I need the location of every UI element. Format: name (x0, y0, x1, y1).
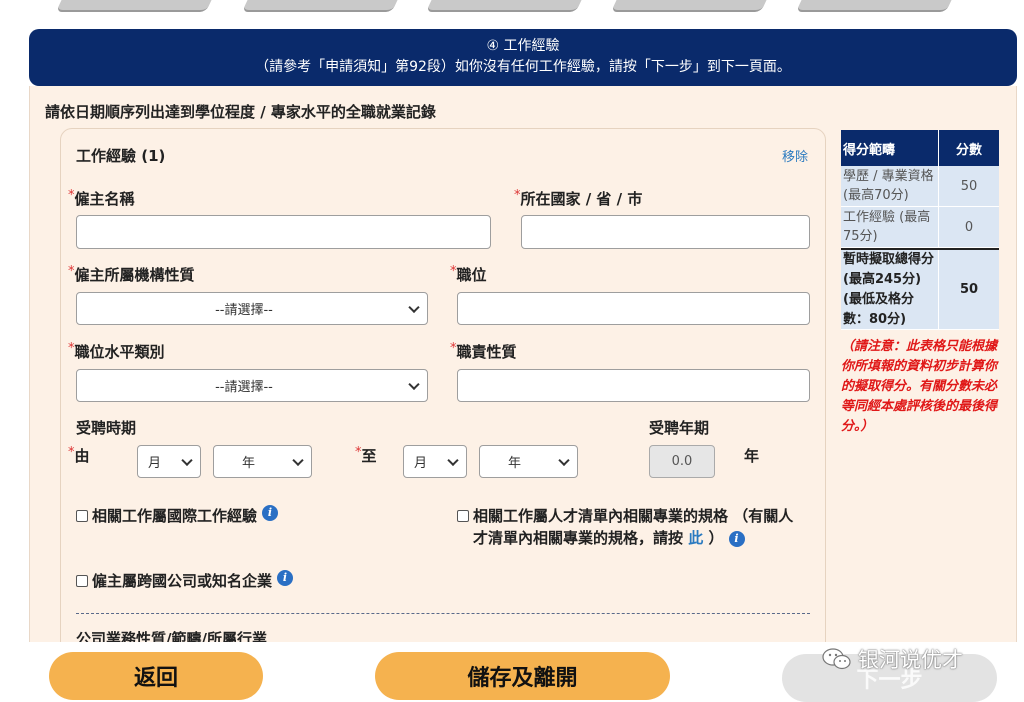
save-exit-button[interactable]: 儲存及離開 (375, 652, 670, 700)
remove-link[interactable]: 移除 (782, 146, 808, 165)
back-button[interactable]: 返回 (49, 652, 263, 700)
chevron-down-icon (447, 454, 459, 466)
talent-list-link[interactable]: 此 (688, 529, 703, 547)
location-input[interactable] (521, 215, 810, 249)
section-instructions: （請參考「申請須知」第92段）如你沒有任何工作經驗，請按「下一步」到下一頁面。 (255, 59, 791, 75)
to-month-value: 月 (414, 456, 428, 471)
score-row-value: 0 (939, 207, 999, 248)
years-value: 0.0 (649, 445, 715, 478)
section-divider (76, 613, 810, 614)
org-nature-value: --請選擇-- (215, 303, 273, 318)
employer-name-label: *僱主名稱 (68, 188, 135, 208)
chevron-down-icon (292, 454, 304, 466)
years-label: 受聘年期 (649, 419, 710, 437)
from-month-value: 月 (148, 456, 162, 471)
years-unit: 年 (744, 447, 760, 465)
duty-nature-label: *職責性質 (450, 341, 517, 361)
international-checkbox-label: 相關工作屬國際工作經驗 (92, 507, 258, 525)
position-level-label: *職位水平類別 (68, 341, 165, 361)
score-header-score: 分數 (939, 130, 999, 166)
position-input[interactable] (457, 292, 810, 325)
multinational-checkbox-row[interactable]: 僱主屬跨國公司或知名企業 i (76, 570, 294, 592)
chevron-down-icon (558, 454, 570, 466)
score-header-row: 得分範疇 分數 (841, 130, 999, 166)
to-year-select[interactable]: 年 (479, 445, 578, 478)
step-tabs (0, 0, 1024, 14)
step-tab[interactable] (241, 0, 405, 12)
score-row: 工作經驗 (最高75分) 0 (841, 207, 999, 248)
step-tab[interactable] (795, 0, 959, 12)
chevron-down-icon (408, 378, 420, 390)
position-level-select[interactable]: --請選擇-- (76, 369, 428, 402)
from-month-select[interactable]: 月 (137, 445, 201, 478)
international-checkbox-row[interactable]: 相關工作屬國際工作經驗 i (76, 505, 279, 527)
chevron-down-icon (181, 454, 193, 466)
section-banner: ④ 工作經驗 （請參考「申請須知」第92段）如你沒有任何工作經驗，請按「下一步」… (29, 29, 1017, 86)
multinational-checkbox[interactable] (76, 575, 88, 587)
org-nature-label: *僱主所屬機構性質 (68, 264, 195, 284)
to-year-value: 年 (508, 456, 522, 471)
watermark: 银河说优才 (822, 644, 963, 674)
score-row-label: 工作經驗 (最高75分) (841, 207, 939, 248)
info-icon[interactable]: i (728, 530, 745, 547)
score-total-label: 暫時擬取總得分 (最高245分) (最低及格分數：80分) (841, 250, 939, 330)
step-tab[interactable] (55, 0, 219, 12)
talent-list-checkbox-row[interactable]: 相關工作屬人才清單內相關專業的規格 （有關人才清單內相關專業的規格，請按 此 ）… (457, 505, 807, 549)
location-label: *所在國家 / 省 / 巿 (514, 188, 643, 208)
to-label: *至 (355, 445, 377, 465)
work-experience-card (60, 128, 826, 688)
score-total-value: 50 (939, 250, 999, 330)
score-row-value: 50 (939, 166, 999, 207)
panel-title: 請依日期順序列出達到學位程度 / 專家水平的全職就業記錄 (45, 103, 436, 121)
score-note: （請注意：此表格只能根據你所填報的資料初步計算你的擬取得分。有關分數未必等同經本… (841, 339, 998, 434)
chevron-down-icon (408, 301, 420, 313)
to-month-select[interactable]: 月 (403, 445, 467, 478)
org-nature-select[interactable]: --請選擇-- (76, 292, 428, 325)
wechat-icon (822, 648, 851, 670)
card-title: 工作經驗 (1) (76, 147, 166, 165)
score-row-label: 學歷 / 專業資格 (最高70分) (841, 166, 939, 207)
info-icon[interactable]: i (262, 505, 279, 521)
score-header-range: 得分範疇 (841, 130, 939, 166)
business-nature-label: 公司業務性質/範疇/所屬行業 (76, 630, 267, 642)
from-year-value: 年 (242, 456, 256, 471)
international-checkbox[interactable] (76, 510, 88, 522)
score-row: 學歷 / 專業資格 (最高70分) 50 (841, 166, 999, 207)
step-tab[interactable] (425, 0, 589, 12)
section-title: ④ 工作經驗 (486, 38, 560, 54)
talent-list-checkbox-label: 相關工作屬人才清單內相關專業的規格 （有關人才清單內相關專業的規格，請按 此 ）… (473, 507, 794, 547)
from-label: *由 (68, 445, 90, 465)
multinational-checkbox-label: 僱主屬跨國公司或知名企業 (92, 572, 273, 590)
score-total-row: 暫時擬取總得分 (最高245分) (最低及格分數：80分) 50 (841, 248, 999, 330)
position-level-value: --請選擇-- (215, 380, 273, 395)
score-table: 得分範疇 分數 學歷 / 專業資格 (最高70分) 50 工作經驗 (最高75分… (841, 130, 999, 330)
period-label: 受聘時期 (76, 419, 137, 437)
step-tab[interactable] (610, 0, 774, 12)
from-year-select[interactable]: 年 (213, 445, 312, 478)
employer-name-input[interactable] (76, 215, 491, 249)
info-icon[interactable]: i (277, 570, 294, 586)
position-label: *職位 (450, 264, 487, 284)
duty-nature-input[interactable] (457, 369, 810, 402)
talent-list-checkbox[interactable] (457, 510, 469, 522)
watermark-text: 银河说优才 (858, 648, 963, 672)
